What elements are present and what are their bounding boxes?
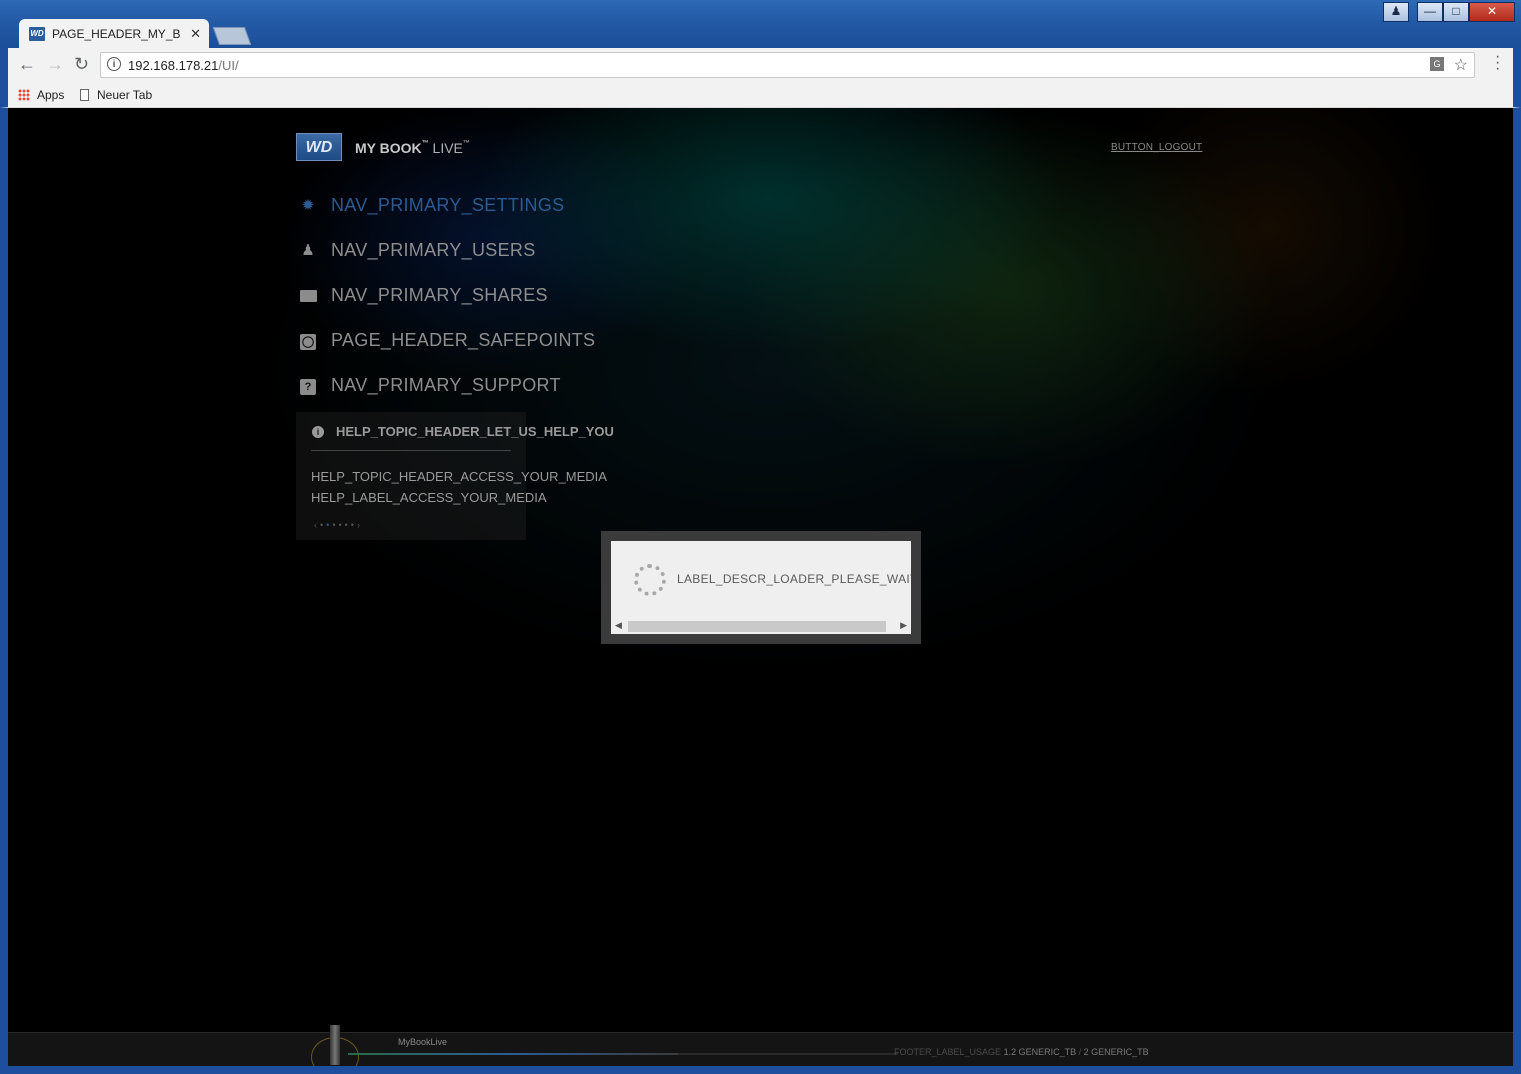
- minimize-button[interactable]: —: [1417, 2, 1443, 22]
- translate-icon[interactable]: G: [1430, 57, 1444, 71]
- usage-used: 1.2 GENERIC_TB: [1003, 1047, 1077, 1057]
- page-icon: [80, 89, 89, 101]
- user-icon: ♟: [301, 241, 315, 259]
- help-label: HELP_LABEL_ACCESS_YOUR_MEDIA: [311, 490, 547, 505]
- back-icon[interactable]: ←: [18, 54, 36, 75]
- folder-icon: [299, 287, 317, 305]
- page-viewport: WD MY BOOK™ LIVE™ BUTTON_LOGOUT ✹ NAV_PR…: [8, 108, 1513, 1066]
- nav-item-safepoints[interactable]: ◯ PAGE_HEADER_SAFEPOINTS: [296, 318, 595, 363]
- bookmark-new-tab[interactable]: Neuer Tab: [80, 88, 152, 102]
- close-window-button[interactable]: ✕: [1469, 2, 1515, 22]
- usage-bar: [348, 1053, 898, 1055]
- site-info-icon[interactable]: i: [107, 57, 121, 71]
- tab-title: PAGE_HEADER_MY_BOOK_LIVE: [52, 26, 180, 41]
- help-panel: i HELP_TOPIC_HEADER_LET_US_HELP_YOU HELP…: [296, 412, 614, 540]
- address-url[interactable]: 192.168.178.21/UI/: [128, 58, 239, 73]
- nav-item-shares[interactable]: NAV_PRIMARY_SHARES: [296, 273, 595, 318]
- nav-item-settings[interactable]: ✹ NAV_PRIMARY_SETTINGS: [296, 183, 595, 228]
- nav-item-users[interactable]: ♟ NAV_PRIMARY_USERS: [296, 228, 595, 273]
- tab-close-icon[interactable]: ✕: [190, 26, 201, 42]
- info-icon: i: [312, 425, 324, 438]
- nav-label: NAV_PRIMARY_SHARES: [331, 285, 548, 305]
- help-icon: ?: [299, 377, 317, 395]
- scroll-right-icon[interactable]: ▶: [900, 620, 907, 631]
- address-bar[interactable]: i 192.168.178.21/UI/ G ☆: [100, 52, 1475, 78]
- bookmarks-bar: Apps Neuer Tab: [0, 84, 1521, 108]
- loader-message: LABEL_DESCR_LOADER_PLEASE_WAIT: [677, 572, 911, 586]
- device-icon: [330, 1025, 340, 1065]
- scroll-left-icon[interactable]: ◀: [615, 620, 622, 631]
- browser-toolbar: ← → ↻ i 192.168.178.21/UI/ G ☆ · · ·: [0, 48, 1521, 84]
- nav-item-support[interactable]: ? NAV_PRIMARY_SUPPORT: [296, 363, 595, 408]
- new-tab-button[interactable]: [212, 27, 252, 45]
- browser-menu-icon[interactable]: · · ·: [1495, 49, 1500, 77]
- wd-logo: WD: [296, 133, 342, 161]
- loading-dialog: LABEL_DESCR_LOADER_PLEASE_WAIT ◀ ▶: [601, 531, 921, 644]
- footer-bar: MyBookLive FOOTER_LABEL_USAGE 1.2 GENERI…: [8, 1025, 1513, 1066]
- browser-tab[interactable]: WD PAGE_HEADER_MY_BOOK_LIVE ✕: [19, 19, 209, 48]
- logout-link[interactable]: BUTTON_LOGOUT: [1111, 142, 1202, 153]
- address-path: /UI/: [218, 58, 239, 73]
- spinner-icon: [634, 564, 666, 596]
- window-frame-right: [1513, 108, 1521, 1074]
- bookmark-star-icon[interactable]: ☆: [1454, 55, 1468, 75]
- loading-dialog-body: LABEL_DESCR_LOADER_PLEASE_WAIT ◀ ▶: [611, 541, 911, 634]
- pager-next-icon[interactable]: ›: [357, 520, 363, 530]
- bookmark-new-tab-label: Neuer Tab: [97, 88, 153, 102]
- help-title: i HELP_TOPIC_HEADER_LET_US_HELP_YOU: [312, 424, 614, 439]
- nav-label: PAGE_HEADER_SAFEPOINTS: [331, 330, 596, 350]
- user-icon[interactable]: ♟: [1383, 2, 1409, 22]
- usage-separator: /: [1078, 1047, 1082, 1057]
- brand-live: LIVE: [432, 140, 463, 156]
- window-frame-bottom: [0, 1066, 1521, 1074]
- camera-icon: ◯: [300, 333, 316, 350]
- forward-icon[interactable]: →: [46, 54, 64, 75]
- device-name: MyBookLive: [398, 1037, 448, 1047]
- product-name: MY BOOK™ LIVE™: [355, 140, 470, 156]
- usage-label: FOOTER_LABEL_USAGE: [894, 1047, 1002, 1057]
- usage-readout: FOOTER_LABEL_USAGE 1.2 GENERIC_TB / 2 GE…: [894, 1047, 1149, 1057]
- bookmark-apps-label: Apps: [37, 88, 65, 102]
- help-topic-link[interactable]: HELP_TOPIC_HEADER_ACCESS_YOUR_MEDIA: [311, 469, 607, 484]
- nav-label: NAV_PRIMARY_USERS: [331, 240, 536, 260]
- horizontal-scrollbar[interactable]: ◀ ▶: [611, 617, 911, 634]
- brand-main: MY BOOK: [355, 140, 422, 156]
- wd-favicon-icon: WD: [29, 26, 45, 41]
- nav-label: NAV_PRIMARY_SETTINGS: [331, 195, 565, 215]
- nav-label: NAV_PRIMARY_SUPPORT: [331, 375, 561, 395]
- usage-total: 2 GENERIC_TB: [1083, 1047, 1149, 1057]
- maximize-button[interactable]: □: [1443, 2, 1469, 22]
- apps-grid-icon: [18, 89, 30, 101]
- primary-nav: ✹ NAV_PRIMARY_SETTINGS ♟ NAV_PRIMARY_USE…: [296, 183, 595, 408]
- help-title-text: HELP_TOPIC_HEADER_LET_US_HELP_YOU: [336, 424, 614, 439]
- help-pager[interactable]: ‹••••••›: [314, 520, 363, 530]
- bookmark-apps[interactable]: Apps: [18, 88, 64, 102]
- browser-titlebar: WD PAGE_HEADER_MY_BOOK_LIVE ✕ ♟ — □ ✕: [0, 0, 1521, 48]
- address-host: 192.168.178.21: [128, 58, 219, 73]
- usage-bar-fill: [348, 1053, 678, 1055]
- reload-icon[interactable]: ↻: [74, 54, 89, 75]
- window-frame-left: [0, 108, 8, 1074]
- help-divider: [311, 450, 511, 451]
- gear-icon: ✹: [301, 196, 315, 214]
- scrollbar-thumb[interactable]: [628, 621, 886, 632]
